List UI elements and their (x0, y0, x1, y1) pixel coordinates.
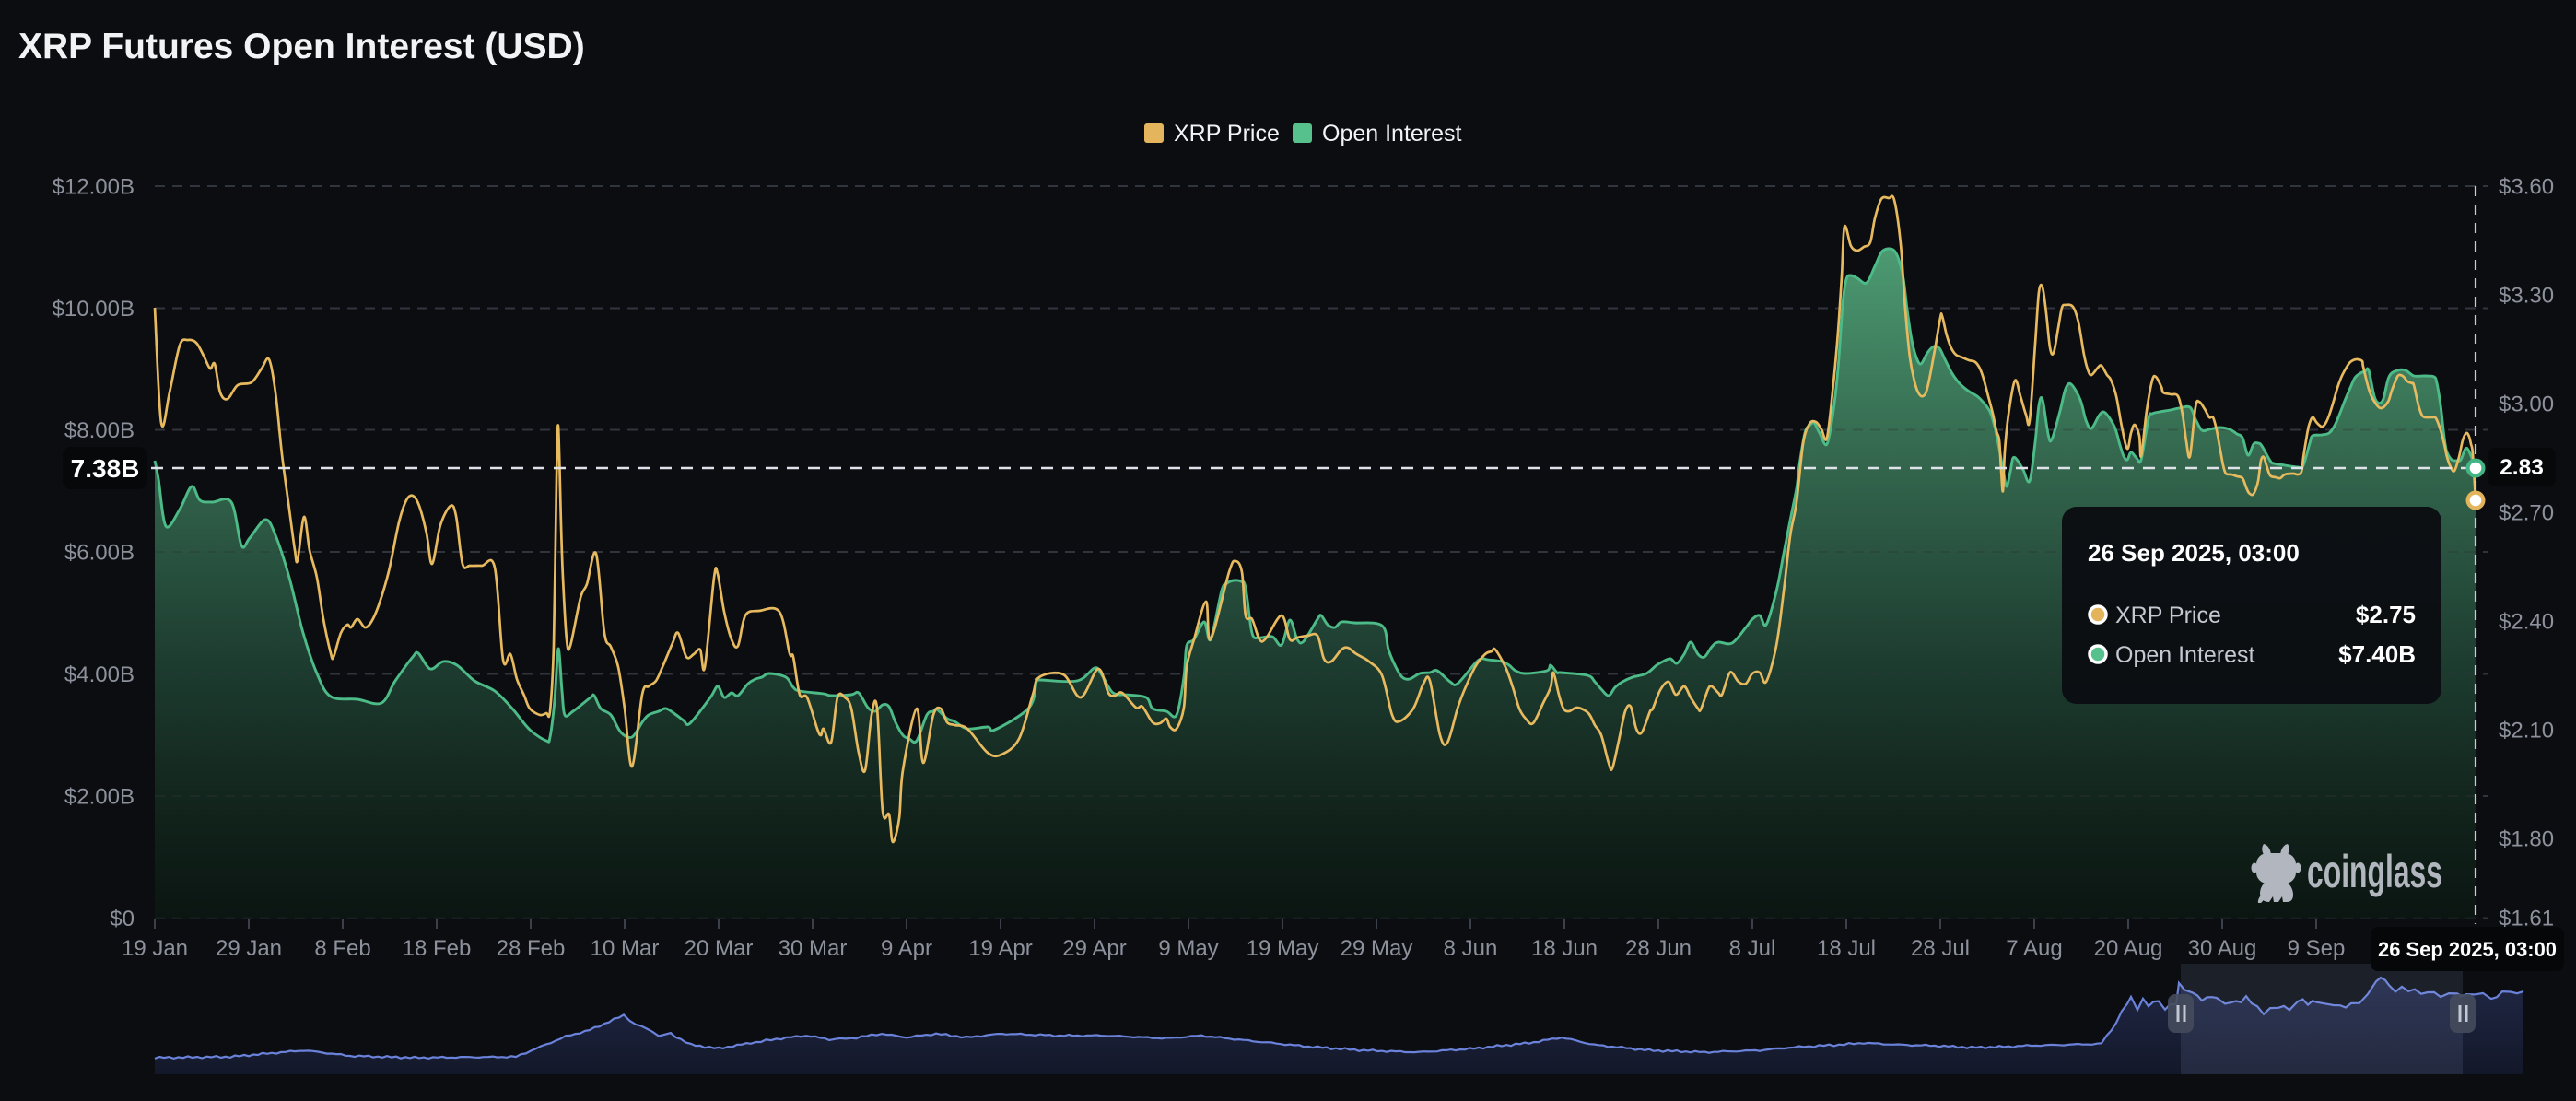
svg-text:9 May: 9 May (1158, 936, 1218, 961)
svg-text:28 Jul: 28 Jul (1911, 936, 1970, 961)
svg-text:$2.40: $2.40 (2499, 610, 2554, 635)
svg-text:$2.70: $2.70 (2499, 501, 2554, 526)
svg-text:30 Aug: 30 Aug (2188, 936, 2257, 961)
svg-text:$3.30: $3.30 (2499, 284, 2554, 309)
svg-text:$10.00B: $10.00B (53, 297, 135, 322)
svg-text:28 Feb: 28 Feb (497, 936, 566, 961)
svg-text:29 Jan: 29 Jan (216, 936, 282, 961)
svg-text:$1.80: $1.80 (2499, 827, 2554, 852)
svg-text:8 Feb: 8 Feb (314, 936, 370, 961)
svg-text:$12.00B: $12.00B (53, 175, 135, 200)
svg-text:9 Apr: 9 Apr (881, 936, 932, 961)
svg-text:19 Apr: 19 Apr (968, 936, 1032, 961)
svg-text:18 Jul: 18 Jul (1817, 936, 1876, 961)
svg-text:29 May: 29 May (1341, 936, 1413, 961)
svg-text:26 Sep 2025, 03:00: 26 Sep 2025, 03:00 (2378, 938, 2557, 961)
svg-text:9 Sep: 9 Sep (2288, 936, 2346, 961)
svg-text:$0: $0 (110, 907, 135, 931)
svg-text:26 Sep 2025, 03:00: 26 Sep 2025, 03:00 (2088, 539, 2300, 567)
svg-text:10 Mar: 10 Mar (591, 936, 660, 961)
svg-text:30 Mar: 30 Mar (779, 936, 848, 961)
svg-text:28 Jun: 28 Jun (1625, 936, 1692, 961)
svg-text:20 Mar: 20 Mar (685, 936, 754, 961)
svg-text:19 May: 19 May (1247, 936, 1319, 961)
svg-text:$8.00B: $8.00B (64, 418, 135, 443)
svg-text:20 Aug: 20 Aug (2094, 936, 2163, 961)
svg-text:$3.60: $3.60 (2499, 175, 2554, 200)
svg-text:8 Jun: 8 Jun (1444, 936, 1498, 961)
svg-text:18 Jun: 18 Jun (1531, 936, 1598, 961)
svg-text:2.83: 2.83 (2500, 455, 2544, 480)
svg-text:Open Interest: Open Interest (1322, 121, 1462, 146)
svg-text:18 Feb: 18 Feb (403, 936, 472, 961)
svg-text:7.38B: 7.38B (71, 454, 140, 483)
svg-text:$2.75: $2.75 (2356, 601, 2416, 628)
svg-text:7 Aug: 7 Aug (2006, 936, 2062, 961)
svg-text:XRP Price: XRP Price (2115, 603, 2221, 628)
svg-text:XRP Futures Open Interest (USD: XRP Futures Open Interest (USD) (18, 27, 585, 66)
svg-text:XRP Price: XRP Price (1174, 121, 1280, 146)
svg-text:coinglass: coinglass (2307, 846, 2442, 897)
svg-text:8 Jul: 8 Jul (1729, 936, 1776, 961)
svg-text:$4.00B: $4.00B (64, 662, 135, 687)
svg-text:$7.40B: $7.40B (2338, 640, 2416, 668)
svg-text:Open Interest: Open Interest (2115, 642, 2255, 668)
svg-text:$2.00B: $2.00B (64, 785, 135, 810)
svg-text:$2.10: $2.10 (2499, 719, 2554, 744)
svg-text:29 Apr: 29 Apr (1062, 936, 1126, 961)
svg-text:$6.00B: $6.00B (64, 541, 135, 566)
svg-text:$3.00: $3.00 (2499, 392, 2554, 417)
svg-text:19 Jan: 19 Jan (122, 936, 188, 961)
